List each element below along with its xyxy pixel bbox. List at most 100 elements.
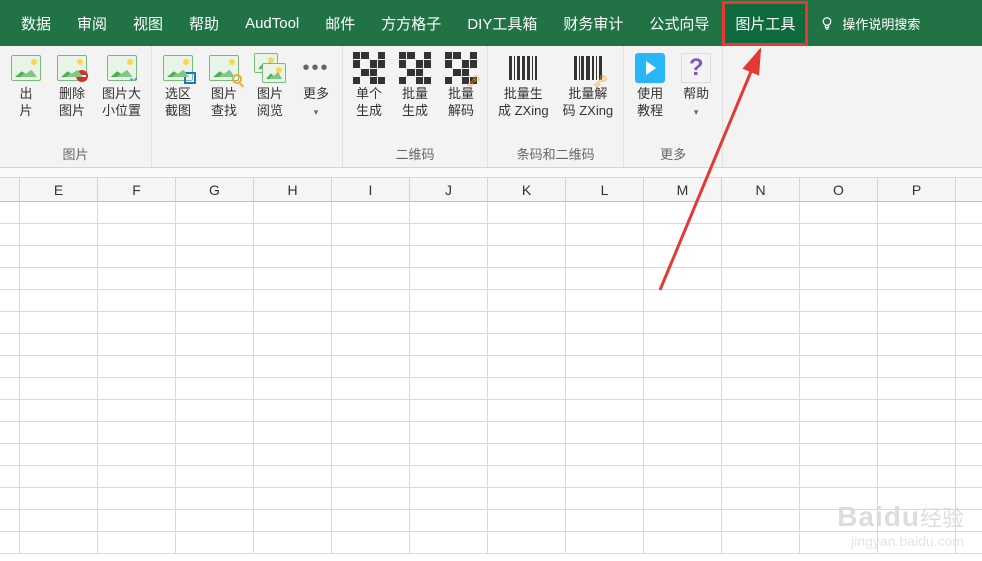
cell[interactable]: [488, 268, 566, 289]
cell[interactable]: [98, 356, 176, 377]
cell[interactable]: [644, 312, 722, 333]
cell[interactable]: [254, 224, 332, 245]
cell[interactable]: [722, 532, 800, 553]
cell[interactable]: [722, 202, 800, 223]
cell[interactable]: [176, 268, 254, 289]
cell[interactable]: [254, 488, 332, 509]
cell[interactable]: [878, 290, 956, 311]
cell[interactable]: [332, 356, 410, 377]
cell[interactable]: [254, 290, 332, 311]
cell[interactable]: [176, 466, 254, 487]
cell[interactable]: [176, 312, 254, 333]
image-search-button[interactable]: 图片 查找: [204, 50, 244, 122]
cell[interactable]: [176, 356, 254, 377]
cell[interactable]: [332, 246, 410, 267]
cell[interactable]: [176, 224, 254, 245]
cell[interactable]: [332, 466, 410, 487]
column-header[interactable]: H: [254, 178, 332, 201]
cell[interactable]: [800, 290, 878, 311]
cell[interactable]: [878, 356, 956, 377]
cell[interactable]: [98, 246, 176, 267]
cell[interactable]: [332, 268, 410, 289]
cell[interactable]: [566, 510, 644, 531]
cell[interactable]: [410, 444, 488, 465]
cell[interactable]: [800, 356, 878, 377]
cell[interactable]: [488, 400, 566, 421]
barcode-batch-gen-button[interactable]: 批量生 成 ZXing: [494, 50, 553, 122]
cell[interactable]: [254, 510, 332, 531]
cell[interactable]: [878, 312, 956, 333]
cell[interactable]: [20, 224, 98, 245]
column-header[interactable]: J: [410, 178, 488, 201]
cell[interactable]: [800, 312, 878, 333]
image-browse-button[interactable]: 图片 阅览: [250, 50, 290, 122]
cell[interactable]: [644, 334, 722, 355]
cell[interactable]: [254, 400, 332, 421]
cell[interactable]: [644, 400, 722, 421]
qr-batch-button[interactable]: 批量 生成: [395, 50, 435, 122]
cell[interactable]: [410, 334, 488, 355]
cell[interactable]: [644, 532, 722, 553]
tutorial-button[interactable]: 使用 教程: [630, 50, 670, 122]
cell[interactable]: [176, 334, 254, 355]
delete-image-button[interactable]: 删除 图片: [52, 50, 92, 122]
cell[interactable]: [644, 290, 722, 311]
cell[interactable]: [878, 444, 956, 465]
qr-decode-button[interactable]: 🗝 批量 解码: [441, 50, 481, 122]
cell[interactable]: [566, 246, 644, 267]
cell[interactable]: [644, 510, 722, 531]
cell[interactable]: [254, 268, 332, 289]
cell[interactable]: [488, 444, 566, 465]
cell[interactable]: [332, 202, 410, 223]
cell[interactable]: [644, 224, 722, 245]
column-header[interactable]: N: [722, 178, 800, 201]
cell[interactable]: [722, 378, 800, 399]
cell[interactable]: [722, 400, 800, 421]
cell[interactable]: [800, 334, 878, 355]
cell[interactable]: [410, 246, 488, 267]
cell[interactable]: [488, 290, 566, 311]
column-header[interactable]: K: [488, 178, 566, 201]
area-screenshot-button[interactable]: 选区 截图: [158, 50, 198, 122]
cell[interactable]: [878, 378, 956, 399]
cell[interactable]: [410, 356, 488, 377]
cell[interactable]: [644, 422, 722, 443]
spreadsheet-grid[interactable]: EFGHIJKLMNOP: [0, 178, 982, 554]
cell[interactable]: [254, 422, 332, 443]
cell[interactable]: [176, 488, 254, 509]
cell[interactable]: [98, 466, 176, 487]
cell[interactable]: [332, 510, 410, 531]
cell[interactable]: [332, 378, 410, 399]
cell[interactable]: [332, 400, 410, 421]
cell[interactable]: [488, 312, 566, 333]
cell[interactable]: [800, 422, 878, 443]
tab-finance-audit[interactable]: 财务审计: [550, 1, 636, 46]
column-header[interactable]: G: [176, 178, 254, 201]
cell[interactable]: [410, 532, 488, 553]
cell[interactable]: [410, 202, 488, 223]
cell[interactable]: [566, 268, 644, 289]
cell[interactable]: [20, 290, 98, 311]
cell[interactable]: [488, 334, 566, 355]
cell[interactable]: [722, 290, 800, 311]
cell[interactable]: [410, 400, 488, 421]
cell[interactable]: [488, 422, 566, 443]
column-header[interactable]: P: [878, 178, 956, 201]
cell[interactable]: [722, 488, 800, 509]
cell[interactable]: [644, 444, 722, 465]
cell[interactable]: [20, 246, 98, 267]
tab-review[interactable]: 审阅: [64, 1, 120, 46]
help-button[interactable]: ? 帮助▾: [676, 50, 716, 122]
cell[interactable]: [20, 378, 98, 399]
cell[interactable]: [98, 378, 176, 399]
cell[interactable]: [98, 400, 176, 421]
cell[interactable]: [566, 312, 644, 333]
tab-fanggezi[interactable]: 方方格子: [368, 1, 454, 46]
cell[interactable]: [20, 202, 98, 223]
cell[interactable]: [410, 510, 488, 531]
cell[interactable]: [566, 378, 644, 399]
cell[interactable]: [176, 290, 254, 311]
cell[interactable]: [878, 334, 956, 355]
cell[interactable]: [254, 334, 332, 355]
cell[interactable]: [566, 224, 644, 245]
